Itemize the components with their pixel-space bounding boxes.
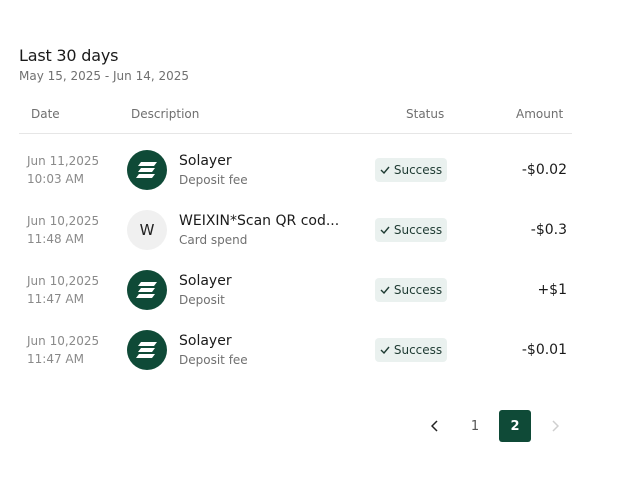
status-text: Success xyxy=(393,223,443,237)
table-row[interactable]: Jun 10,2025 11:48 AM W WEIXIN*Scan QR co… xyxy=(0,200,635,260)
prev-page-button[interactable] xyxy=(419,410,451,442)
amount: -$0.01 xyxy=(521,342,567,358)
solayer-logo-icon xyxy=(127,330,167,370)
transactions-card: Last 30 days May 15, 2025 - Jun 14, 2025… xyxy=(0,0,635,477)
transaction-type: Card spend xyxy=(179,233,248,247)
amount: -$0.3 xyxy=(530,222,567,238)
row-date: Jun 10,2025 xyxy=(27,274,100,288)
solayer-logo-icon xyxy=(127,150,167,190)
merchant-name: WEIXIN*Scan QR cod... xyxy=(179,213,340,229)
chevron-right-icon xyxy=(552,420,559,432)
table-row[interactable]: Jun 10,2025 11:47 AM Solayer Deposit fee… xyxy=(0,320,635,380)
status-badge: Success xyxy=(375,218,447,242)
row-datetime: Jun 10,2025 11:47 AM xyxy=(27,332,99,368)
row-datetime: Jun 10,2025 11:47 AM xyxy=(27,272,99,308)
date-range: May 15, 2025 - Jun 14, 2025 xyxy=(19,69,190,83)
section-title: Last 30 days xyxy=(19,46,119,65)
row-date: Jun 10,2025 xyxy=(27,334,100,348)
status-badge: Success xyxy=(375,278,447,302)
chevron-left-icon xyxy=(431,420,438,432)
next-page-button[interactable] xyxy=(539,410,571,442)
transaction-type: Deposit xyxy=(179,293,225,307)
row-time: 11:47 AM xyxy=(27,292,84,306)
status-text: Success xyxy=(393,343,443,357)
row-time: 11:47 AM xyxy=(27,352,84,366)
column-header-description: Description xyxy=(131,107,200,121)
page-button-1[interactable]: 1 xyxy=(459,410,491,442)
transaction-type: Deposit fee xyxy=(179,353,248,367)
column-header-status: Status xyxy=(406,107,445,121)
status-text: Success xyxy=(393,163,443,177)
status-badge: Success xyxy=(375,338,447,362)
status-text: Success xyxy=(393,283,443,297)
amount: +$1 xyxy=(537,282,567,298)
column-header-date: Date xyxy=(31,107,60,121)
merchant-avatar: W xyxy=(127,210,167,250)
row-date: Jun 11,2025 xyxy=(27,154,100,168)
table-row[interactable]: Jun 10,2025 11:47 AM Solayer Deposit Suc… xyxy=(0,260,635,320)
amount: -$0.02 xyxy=(521,162,567,178)
row-date: Jun 10,2025 xyxy=(27,214,100,228)
table-row[interactable]: Jun 11,2025 10:03 AM Solayer Deposit fee… xyxy=(0,140,635,200)
solayer-logo-icon xyxy=(127,270,167,310)
check-icon xyxy=(380,286,390,294)
status-badge: Success xyxy=(375,158,447,182)
merchant-name: Solayer xyxy=(179,333,232,349)
check-icon xyxy=(380,226,390,234)
check-icon xyxy=(380,166,390,174)
column-header-amount: Amount xyxy=(516,107,564,121)
transaction-type: Deposit fee xyxy=(179,173,248,187)
row-time: 11:48 AM xyxy=(27,232,84,246)
check-icon xyxy=(380,346,390,354)
header-divider xyxy=(19,133,572,134)
merchant-name: Solayer xyxy=(179,153,232,169)
merchant-name: Solayer xyxy=(179,273,232,289)
row-datetime: Jun 10,2025 11:48 AM xyxy=(27,212,99,248)
row-time: 10:03 AM xyxy=(27,172,84,186)
page-button-2[interactable]: 2 xyxy=(499,410,531,442)
row-datetime: Jun 11,2025 10:03 AM xyxy=(27,152,99,188)
